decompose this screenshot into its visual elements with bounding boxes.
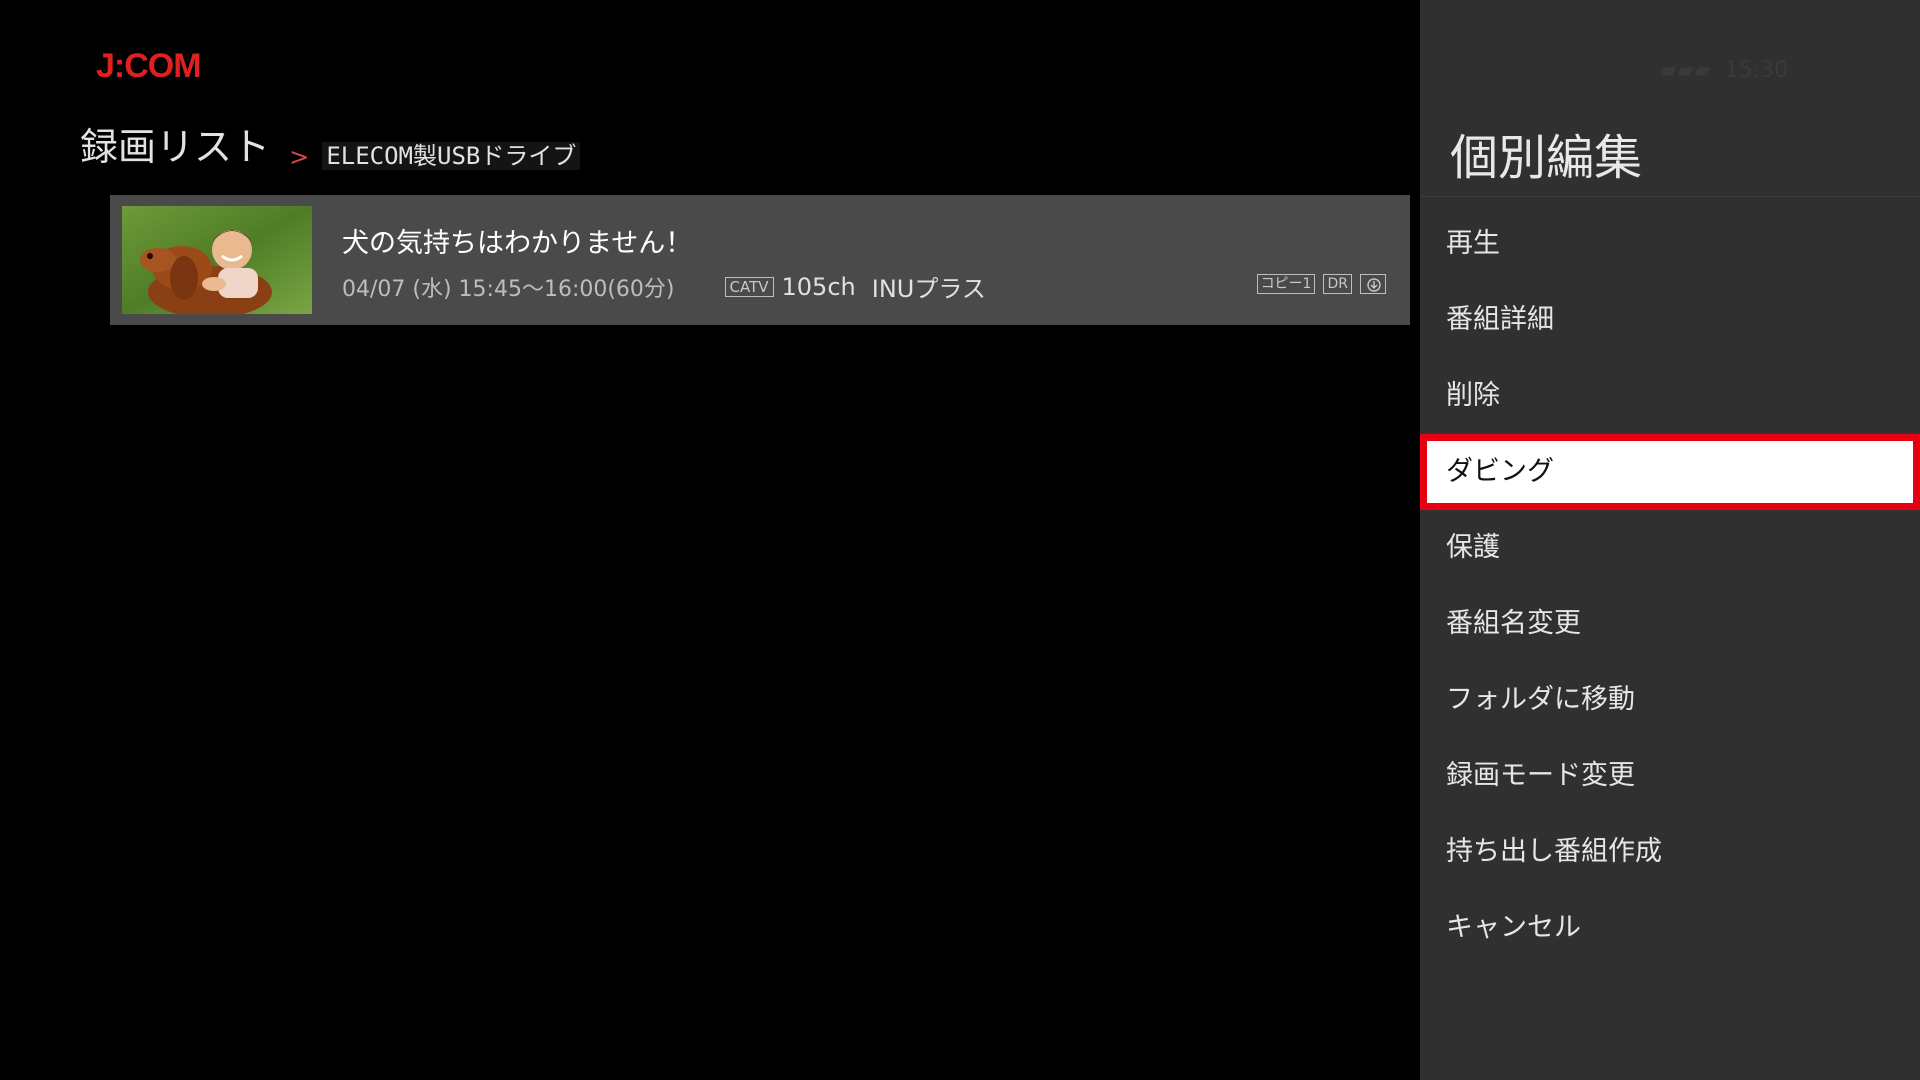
- page-title: 録画リスト: [80, 125, 271, 169]
- edit-menu: 再生 番組詳細 削除 ダビング 保護 番組名変更 フォルダに移動 録画モード変更…: [1420, 206, 1920, 966]
- recording-meta: 04/07 (水) 15:45〜16:00(60分) CATV 105ch IN…: [342, 269, 986, 304]
- network-tag: CATV: [724, 276, 774, 297]
- recording-title: 犬の気持ちはわかりません！: [342, 228, 693, 259]
- menu-item-create-portable[interactable]: 持ち出し番組作成: [1420, 814, 1920, 890]
- menu-item-delete[interactable]: 削除: [1420, 358, 1920, 434]
- menu-item-protect[interactable]: 保護: [1420, 510, 1920, 586]
- background-clock-ghost: ▰▰▰ 15:30: [1660, 58, 1789, 83]
- channel-number: 105ch: [781, 272, 856, 301]
- boy-hugging-dog-photo: [122, 206, 312, 314]
- breadcrumb: 録画リスト > ELECOM製USBドライブ: [80, 116, 581, 172]
- menu-item-move-folder[interactable]: フォルダに移動: [1420, 662, 1920, 738]
- copy-count-badge: コピー1: [1256, 274, 1316, 294]
- panel-title: 個別編集: [1450, 130, 1643, 186]
- menu-item-play[interactable]: 再生: [1420, 206, 1920, 282]
- menu-item-dubbing[interactable]: ダビング: [1420, 434, 1920, 510]
- breadcrumb-location[interactable]: ELECOM製USBドライブ: [322, 142, 581, 170]
- panel-divider: [1420, 196, 1920, 197]
- menu-item-cancel[interactable]: キャンセル: [1420, 890, 1920, 966]
- breadcrumb-separator: >: [289, 143, 310, 171]
- edit-menu-panel: ▰▰▰ 15:30 個別編集 再生 番組詳細 削除 ダビング 保護 番組名変更 …: [1420, 0, 1920, 1080]
- menu-item-rename[interactable]: 番組名変更: [1420, 586, 1920, 662]
- portable-download-icon: [1360, 274, 1386, 294]
- jcom-logo: J:COM: [96, 46, 202, 86]
- recording-mode-badge: DR: [1323, 274, 1352, 294]
- recording-list-item[interactable]: 犬の気持ちはわかりません！ 04/07 (水) 15:45〜16:00(60分)…: [110, 195, 1410, 325]
- recording-datetime: 04/07 (水) 15:45〜16:00(60分): [342, 276, 675, 302]
- recording-thumbnail: [122, 206, 312, 314]
- menu-item-program-details[interactable]: 番組詳細: [1420, 282, 1920, 358]
- menu-item-change-mode[interactable]: 録画モード変更: [1420, 738, 1920, 814]
- service-name: INUプラス: [871, 275, 986, 303]
- recording-badges: コピー1 DR: [1256, 274, 1386, 294]
- logo-text: J:COM: [96, 47, 202, 85]
